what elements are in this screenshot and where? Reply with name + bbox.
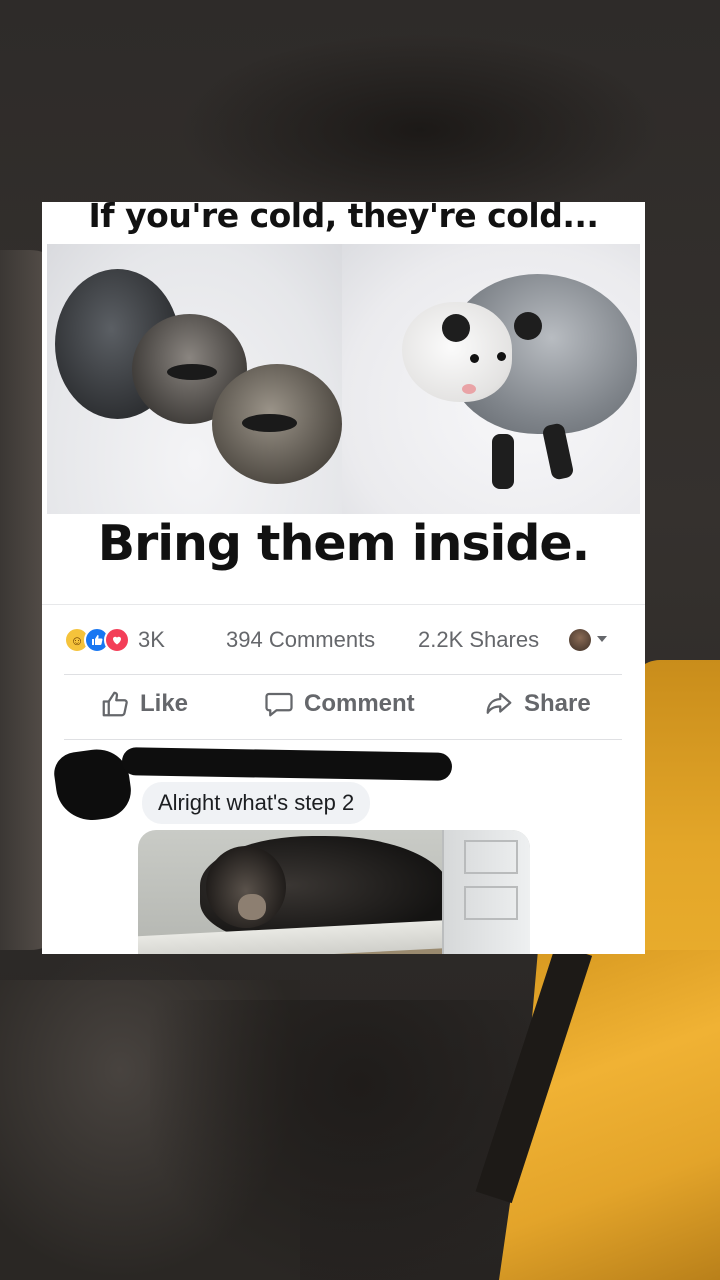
shares-count[interactable]: 2.2K Shares (418, 627, 539, 653)
post-stats-bar: ☺ 3K 394 Comments 2.2K Shares (42, 604, 645, 675)
yellow-jacket (460, 950, 720, 1280)
comment-bubble[interactable]: Alright what's step 2 (142, 782, 371, 824)
post-actions-bar: Like Comment Share (64, 674, 622, 740)
like-label: Like (140, 690, 189, 717)
viewer-avatar[interactable] (569, 629, 591, 651)
comment-button[interactable]: Comment (264, 689, 415, 719)
reactions-summary[interactable]: ☺ 3K (64, 627, 165, 653)
share-button[interactable]: Share (484, 689, 591, 719)
reaction-count: 3K (138, 627, 165, 652)
meme-bottom-caption: Bring them inside. (97, 515, 591, 572)
like-button[interactable]: Like (100, 689, 188, 719)
comment-text: Alright what's step 2 (158, 790, 355, 815)
comments-count[interactable]: 394 Comments (226, 627, 375, 653)
love-reaction-icon (104, 627, 130, 653)
commenter-name-redacted (121, 747, 453, 781)
comment-icon (265, 692, 293, 717)
share-label: Share (524, 690, 591, 717)
comment-label: Comment (304, 690, 415, 717)
opossum-photo (342, 244, 640, 514)
meme-top-caption: If you're cold, they're cold... (88, 202, 599, 235)
facebook-post: If you're cold, they're cold... Bring th… (42, 202, 645, 954)
share-icon (486, 692, 512, 714)
chevron-down-icon[interactable] (597, 636, 607, 642)
thumbs-up-icon (102, 691, 128, 717)
comment-bear-photo[interactable] (138, 830, 530, 954)
raccoons-photo (47, 244, 342, 514)
